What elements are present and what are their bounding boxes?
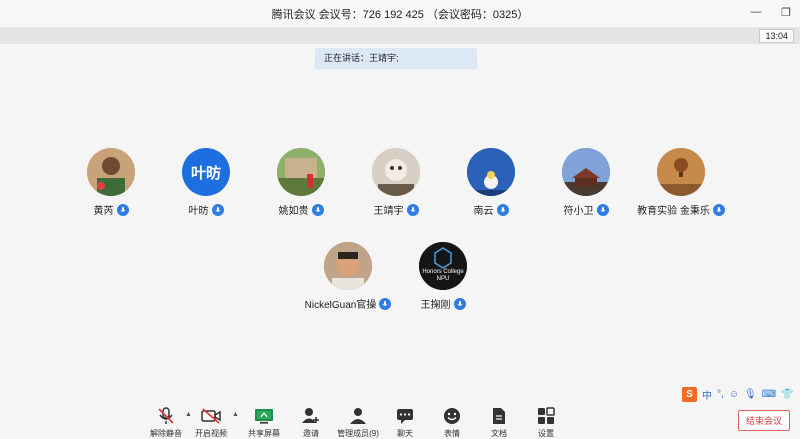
avatar (87, 148, 135, 196)
participant-tile[interactable]: 教育实验 金秉乐 (621, 148, 741, 217)
ime-keyboard-icon[interactable]: ⌨ (762, 389, 776, 400)
share-screen-icon (253, 406, 275, 426)
meeting-clock: 13:04 (759, 29, 794, 43)
mic-muted-icon (156, 406, 176, 426)
participant-tile[interactable]: Honors College NPU 王掬刚 (383, 242, 503, 311)
avatar-initials: 叶昉 (190, 164, 221, 182)
members-icon (347, 406, 369, 426)
manage-members-label: 管理成员(9) (337, 429, 379, 438)
participant-name: 黄芮 (93, 206, 114, 217)
title-bar: 腾讯会议 会议号：726 192 425 （会议密码：0325） — ❐ (0, 0, 800, 27)
share-screen-label: 共享屏幕 (248, 429, 280, 438)
meeting-toolbar: 解除静音 ▲ 开启视频 ▲ 共享屏幕 邀请 管理成员(9) 聊天 表情 文档 设… (0, 400, 800, 439)
end-meeting-button[interactable]: 结束会议 (738, 410, 790, 431)
emoji-icon (442, 406, 462, 426)
avatar (324, 242, 372, 290)
microphone-icon (496, 203, 509, 216)
chat-icon (395, 406, 415, 426)
participant-name: 叶昉 (188, 206, 209, 217)
ime-emoji-icon[interactable]: ☺ (729, 389, 739, 400)
microphone-icon (406, 203, 419, 216)
participant-name: 教育实验 金秉乐 (637, 206, 710, 217)
video-off-icon (200, 406, 222, 426)
ime-voice-icon[interactable]: 🎙 (744, 389, 757, 400)
microphone-icon (712, 203, 725, 216)
participant-name: 南云 (473, 206, 494, 217)
participant-name: 符小卫 (563, 206, 594, 217)
microphone-icon (116, 203, 129, 216)
settings-button[interactable]: 设置 (516, 406, 576, 439)
info-bar: 13:04 (0, 27, 800, 44)
start-video-label: 开启视频 (195, 429, 227, 438)
speaking-indicator: 正在讲话：王靖宇; (315, 48, 477, 69)
restore-button[interactable]: ❐ (778, 4, 794, 20)
avatar: Honors College NPU (419, 242, 467, 290)
avatar-logo-text: Honors College NPU (422, 269, 464, 282)
documents-label: 文档 (491, 429, 507, 438)
document-icon (489, 406, 509, 426)
ime-skin-icon[interactable]: 👕 (781, 389, 793, 400)
settings-icon (536, 406, 556, 426)
participant-name: 王靖宇 (373, 206, 404, 217)
avatar (372, 148, 420, 196)
settings-label: 设置 (538, 429, 554, 438)
avatar (277, 148, 325, 196)
avatar: 叶昉 (182, 148, 230, 196)
microphone-icon (211, 203, 224, 216)
minimize-button[interactable]: — (748, 4, 764, 20)
participant-name: NickelGuan官操 (304, 300, 377, 311)
invite-label: 邀请 (303, 429, 319, 438)
microphone-icon (596, 203, 609, 216)
ime-punctuation-toggle[interactable]: °, (717, 389, 724, 400)
invite-icon (301, 406, 321, 426)
window-controls: — ❐ (748, 4, 794, 20)
microphone-icon (453, 297, 466, 310)
avatar (467, 148, 515, 196)
reactions-label: 表情 (444, 429, 460, 438)
unmute-label: 解除静音 (150, 429, 182, 438)
chat-label: 聊天 (397, 429, 413, 438)
microphone-icon (311, 203, 324, 216)
window-title: 腾讯会议 会议号：726 192 425 （会议密码：0325） (271, 8, 529, 21)
avatar (657, 148, 705, 196)
participant-name: 王掬刚 (420, 300, 451, 311)
participant-name: 姚如贵 (278, 206, 309, 217)
avatar (562, 148, 610, 196)
